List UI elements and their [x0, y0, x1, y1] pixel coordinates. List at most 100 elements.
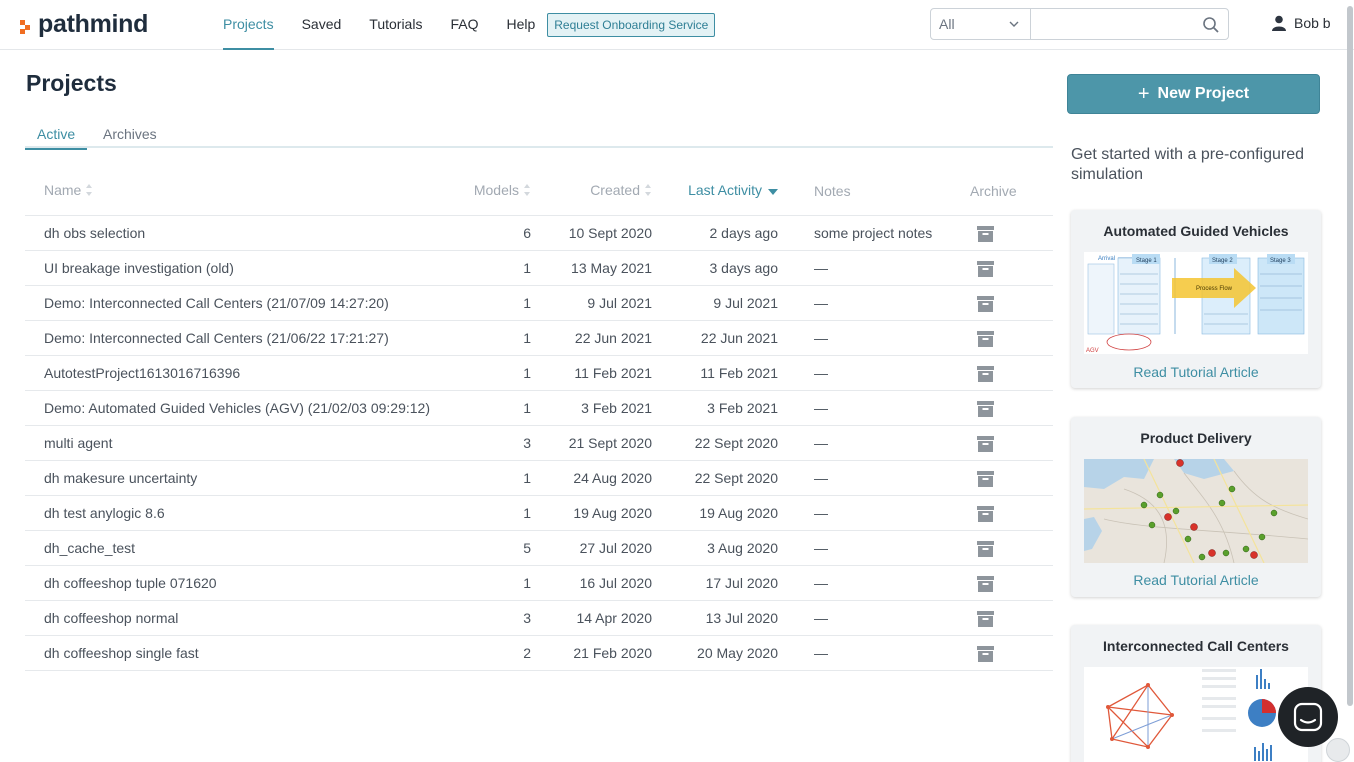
- archive-icon[interactable]: [977, 576, 994, 595]
- archive-icon[interactable]: [977, 401, 994, 420]
- tab-archives[interactable]: Archives: [103, 126, 157, 148]
- tutorial-card-product-delivery[interactable]: Product Delivery Read Tutorial Article: [1071, 417, 1321, 597]
- archive-icon[interactable]: [977, 506, 994, 525]
- created-date: 16 Jul 2020: [579, 575, 652, 591]
- sort-icon: [645, 184, 652, 196]
- table-row[interactable]: dh coffeeshop tuple 071620 1 16 Jul 2020 17…: [25, 566, 1053, 601]
- minimize-widget-icon[interactable]: [1326, 738, 1350, 762]
- notes: —: [814, 365, 828, 381]
- table-body: dh obs selection 6 10 Sept 2020 2 days ago s…: [25, 216, 1053, 671]
- models-count: 3: [523, 610, 531, 626]
- page-scrollbar[interactable]: [1346, 0, 1354, 762]
- user-menu[interactable]: Bob b: [1272, 15, 1331, 31]
- last-activity: 22 Sept 2020: [694, 470, 778, 486]
- archive-icon[interactable]: [977, 471, 994, 490]
- archive-icon[interactable]: [977, 226, 994, 245]
- sort-icon: [524, 184, 531, 196]
- models-count: 1: [523, 330, 531, 346]
- tutorial-card-call-centers[interactable]: Interconnected Call Centers: [1071, 625, 1321, 762]
- notes: —: [814, 505, 828, 521]
- archive-icon[interactable]: [977, 366, 994, 385]
- request-onboarding-button[interactable]: Request Onboarding Service: [547, 13, 716, 37]
- column-header-label: Name: [44, 182, 82, 198]
- pathmind-logo[interactable]: pathmind: [20, 10, 148, 39]
- models-count: 1: [523, 505, 531, 521]
- tutorial-card-agv[interactable]: Automated Guided Vehicles Arrival Stage …: [1071, 210, 1321, 388]
- archive-icon[interactable]: [977, 436, 994, 455]
- project-name: dh coffeeshop single fast: [44, 645, 199, 661]
- user-icon: [1272, 15, 1286, 31]
- column-header-label: Models: [473, 182, 519, 198]
- column-header-label: Created: [590, 182, 640, 198]
- table-row[interactable]: multi agent 3 21 Sept 2020 22 Sept 2020 —: [25, 426, 1053, 461]
- nav-saved[interactable]: Saved: [302, 0, 342, 50]
- created-date: 10 Sept 2020: [568, 225, 652, 241]
- column-header-name[interactable]: Name: [44, 182, 93, 198]
- projects-table: Name Models Created Last Activity Notes …: [25, 172, 1053, 671]
- archive-icon[interactable]: [977, 541, 994, 560]
- read-tutorial-link[interactable]: Read Tutorial Article: [1071, 364, 1321, 380]
- created-date: 24 Aug 2020: [573, 470, 652, 486]
- archive-icon[interactable]: [977, 331, 994, 350]
- project-name: dh makesure uncertainty: [44, 470, 198, 486]
- logo-wordmark: pathmind: [38, 10, 149, 38]
- tab-active[interactable]: Active: [25, 126, 88, 150]
- nav-help[interactable]: Help: [506, 0, 535, 50]
- created-date: 21 Feb 2020: [573, 645, 652, 661]
- last-activity: 2 days ago: [709, 225, 779, 241]
- project-name: dh_cache_test: [44, 540, 136, 556]
- card-title: Interconnected Call Centers: [1103, 638, 1289, 654]
- nav-tutorials[interactable]: Tutorials: [369, 0, 422, 50]
- models-count: 1: [523, 260, 531, 276]
- models-count: 1: [523, 575, 531, 591]
- search-icon[interactable]: [1202, 16, 1220, 34]
- project-name: dh coffeeshop normal: [44, 610, 179, 626]
- table-row[interactable]: AutotestProject1613016716396 1 11 Feb 2021…: [25, 356, 1053, 391]
- table-row[interactable]: dh_cache_test 5 27 Jul 2020 3 Aug 2020 —: [25, 531, 1053, 566]
- column-header-created[interactable]: Created: [590, 182, 652, 198]
- nav-projects[interactable]: Projects: [223, 0, 274, 50]
- table-row[interactable]: dh test anylogic 8.6 1 19 Aug 2020 19 Aug 2…: [25, 496, 1053, 531]
- created-date: 3 Feb 2021: [581, 400, 652, 416]
- project-name: Demo: Automated Guided Vehicles (AGV) (2…: [44, 400, 431, 416]
- table-row[interactable]: Demo: Automated Guided Vehicles (AGV) (2…: [25, 391, 1053, 426]
- column-header-label: Notes: [814, 183, 851, 199]
- search-input[interactable]: [1031, 9, 1228, 39]
- last-activity: 19 Aug 2020: [699, 505, 778, 521]
- column-header-label: Archive: [970, 183, 1017, 199]
- new-project-button[interactable]: + New Project: [1067, 74, 1320, 114]
- chat-icon: [1293, 702, 1323, 732]
- created-date: 27 Jul 2020: [579, 540, 652, 556]
- table-row[interactable]: Demo: Interconnected Call Centers (21/07…: [25, 286, 1053, 321]
- card-title: Automated Guided Vehicles: [1103, 223, 1289, 239]
- last-activity: 22 Jun 2021: [700, 330, 778, 346]
- column-header-notes: Notes: [814, 183, 851, 199]
- table-row[interactable]: dh obs selection 6 10 Sept 2020 2 days ago s…: [25, 216, 1053, 251]
- read-tutorial-link[interactable]: Read Tutorial Article: [1071, 572, 1321, 588]
- table-row[interactable]: dh makesure uncertainty 1 24 Aug 2020 22 Se…: [25, 461, 1053, 496]
- scrollbar-thumb[interactable]: [1347, 6, 1353, 706]
- table-row[interactable]: dh coffeeshop single fast 2 21 Feb 2020 20 …: [25, 636, 1053, 671]
- created-date: 22 Jun 2021: [574, 330, 652, 346]
- models-count: 5: [523, 540, 531, 556]
- project-name: multi agent: [44, 435, 113, 451]
- project-name: AutotestProject1613016716396: [44, 365, 241, 381]
- user-name: Bob b: [1294, 15, 1331, 31]
- notes: —: [814, 330, 828, 346]
- archive-icon[interactable]: [977, 611, 994, 630]
- archive-icon[interactable]: [977, 646, 994, 665]
- search-scope-select[interactable]: All: [931, 9, 1031, 39]
- nav-faq[interactable]: FAQ: [450, 0, 478, 50]
- table-row[interactable]: dh coffeeshop normal 3 14 Apr 2020 13 Jul 2…: [25, 601, 1053, 636]
- column-header-models[interactable]: Models: [474, 182, 531, 198]
- notes: —: [814, 610, 828, 626]
- table-row[interactable]: UI breakage investigation (old) 1 13 May 2…: [25, 251, 1053, 286]
- last-activity: 22 Sept 2020: [694, 435, 778, 451]
- chat-launcher-button[interactable]: [1278, 687, 1338, 747]
- column-header-last-activity[interactable]: Last Activity: [688, 182, 778, 198]
- table-row[interactable]: Demo: Interconnected Call Centers (21/06…: [25, 321, 1053, 356]
- project-name: Demo: Interconnected Call Centers (21/07…: [44, 295, 389, 311]
- search-bar: All: [930, 8, 1229, 40]
- archive-icon[interactable]: [977, 261, 994, 280]
- archive-icon[interactable]: [977, 296, 994, 315]
